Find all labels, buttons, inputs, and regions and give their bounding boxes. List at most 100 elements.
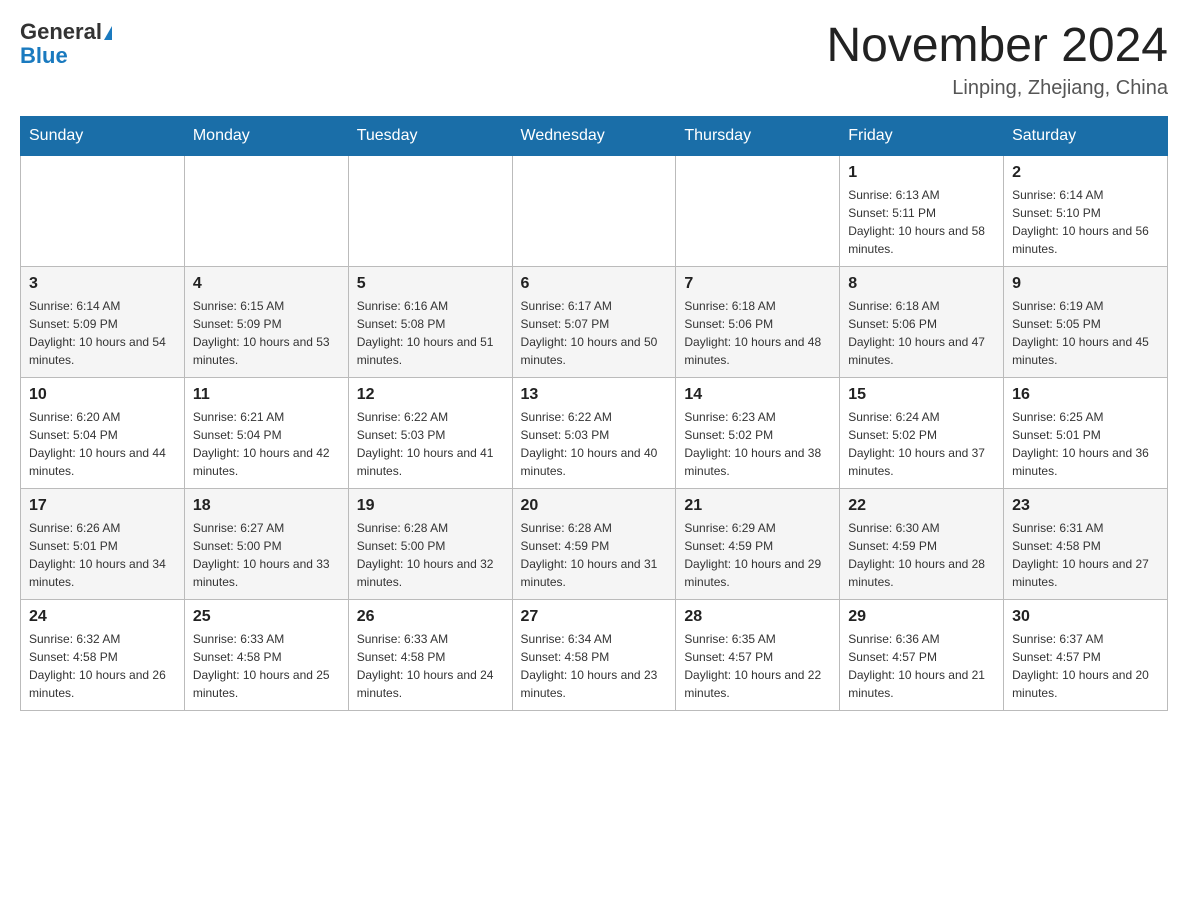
day-info: Sunrise: 6:18 AMSunset: 5:06 PMDaylight:… (848, 297, 995, 369)
day-info: Sunrise: 6:33 AMSunset: 4:58 PMDaylight:… (193, 630, 340, 702)
calendar-cell: 5Sunrise: 6:16 AMSunset: 5:08 PMDaylight… (348, 266, 512, 377)
day-number: 28 (684, 608, 831, 626)
calendar-cell (184, 155, 348, 266)
day-number: 11 (193, 386, 340, 404)
day-info: Sunrise: 6:23 AMSunset: 5:02 PMDaylight:… (684, 408, 831, 480)
day-info: Sunrise: 6:30 AMSunset: 4:59 PMDaylight:… (848, 519, 995, 591)
calendar-cell: 8 Sunrise: 6:18 AMSunset: 5:06 PMDaylight… (840, 266, 1004, 377)
calendar-cell: 27Sunrise: 6:34 AMSunset: 4:58 PMDayligh… (512, 599, 676, 710)
calendar-cell (21, 155, 185, 266)
day-number: 6 (521, 275, 668, 293)
weekday-header-thursday: Thursday (676, 116, 840, 155)
day-number: 24 (29, 608, 176, 626)
calendar-cell: 3Sunrise: 6:14 AMSunset: 5:09 PMDaylight… (21, 266, 185, 377)
day-info: Sunrise: 6:34 AMSunset: 4:58 PMDaylight:… (521, 630, 668, 702)
day-info: Sunrise: 6:28 AMSunset: 5:00 PMDaylight:… (357, 519, 504, 591)
month-title: November 2024 (826, 20, 1168, 73)
calendar-week-row: 1Sunrise: 6:13 AMSunset: 5:11 PMDaylight… (21, 155, 1168, 266)
calendar-cell: 23 Sunrise: 6:31 AMSunset: 4:58 PMDayligh… (1004, 488, 1168, 599)
calendar-cell: 30Sunrise: 6:37 AMSunset: 4:57 PMDayligh… (1004, 599, 1168, 710)
day-number: 8 (848, 275, 995, 293)
day-info: Sunrise: 6:31 AMSunset: 4:58 PMDaylight:… (1012, 519, 1159, 591)
calendar-cell: 1Sunrise: 6:13 AMSunset: 5:11 PMDaylight… (840, 155, 1004, 266)
day-number: 26 (357, 608, 504, 626)
calendar-week-row: 3Sunrise: 6:14 AMSunset: 5:09 PMDaylight… (21, 266, 1168, 377)
weekday-header-tuesday: Tuesday (348, 116, 512, 155)
day-info: Sunrise: 6:32 AMSunset: 4:58 PMDaylight:… (29, 630, 176, 702)
calendar-cell: 14 Sunrise: 6:23 AMSunset: 5:02 PMDayligh… (676, 377, 840, 488)
calendar-cell: 12 Sunrise: 6:22 AMSunset: 5:03 PMDayligh… (348, 377, 512, 488)
day-info: Sunrise: 6:35 AMSunset: 4:57 PMDaylight:… (684, 630, 831, 702)
day-info: Sunrise: 6:24 AMSunset: 5:02 PMDaylight:… (848, 408, 995, 480)
calendar-cell: 16 Sunrise: 6:25 AMSunset: 5:01 PMDayligh… (1004, 377, 1168, 488)
weekday-header-sunday: Sunday (21, 116, 185, 155)
location-text: Linping, Zhejiang, China (826, 77, 1168, 100)
day-number: 17 (29, 497, 176, 515)
day-info: Sunrise: 6:26 AMSunset: 5:01 PMDaylight:… (29, 519, 176, 591)
day-number: 13 (521, 386, 668, 404)
calendar-cell: 21 Sunrise: 6:29 AMSunset: 4:59 PMDayligh… (676, 488, 840, 599)
calendar-cell: 29 Sunrise: 6:36 AMSunset: 4:57 PMDayligh… (840, 599, 1004, 710)
calendar-cell (676, 155, 840, 266)
calendar-cell: 13 Sunrise: 6:22 AMSunset: 5:03 PMDayligh… (512, 377, 676, 488)
day-info: Sunrise: 6:22 AMSunset: 5:03 PMDaylight:… (521, 408, 668, 480)
day-info: Sunrise: 6:18 AMSunset: 5:06 PMDaylight:… (684, 297, 831, 369)
weekday-header-row: SundayMondayTuesdayWednesdayThursdayFrid… (21, 116, 1168, 155)
day-info: Sunrise: 6:17 AMSunset: 5:07 PMDaylight:… (521, 297, 668, 369)
day-info: Sunrise: 6:25 AMSunset: 5:01 PMDaylight:… (1012, 408, 1159, 480)
calendar-cell: 11Sunrise: 6:21 AMSunset: 5:04 PMDayligh… (184, 377, 348, 488)
day-number: 4 (193, 275, 340, 293)
day-number: 23 (1012, 497, 1159, 515)
calendar-week-row: 10Sunrise: 6:20 AMSunset: 5:04 PMDayligh… (21, 377, 1168, 488)
day-number: 7 (684, 275, 831, 293)
day-number: 18 (193, 497, 340, 515)
day-info: Sunrise: 6:22 AMSunset: 5:03 PMDaylight:… (357, 408, 504, 480)
weekday-header-saturday: Saturday (1004, 116, 1168, 155)
calendar-cell: 17 Sunrise: 6:26 AMSunset: 5:01 PMDayligh… (21, 488, 185, 599)
calendar-cell: 10Sunrise: 6:20 AMSunset: 5:04 PMDayligh… (21, 377, 185, 488)
day-info: Sunrise: 6:28 AMSunset: 4:59 PMDaylight:… (521, 519, 668, 591)
calendar-cell: 6 Sunrise: 6:17 AMSunset: 5:07 PMDaylight… (512, 266, 676, 377)
calendar-cell: 28 Sunrise: 6:35 AMSunset: 4:57 PMDayligh… (676, 599, 840, 710)
day-number: 21 (684, 497, 831, 515)
day-number: 16 (1012, 386, 1159, 404)
calendar-cell: 25 Sunrise: 6:33 AMSunset: 4:58 PMDayligh… (184, 599, 348, 710)
calendar-table: SundayMondayTuesdayWednesdayThursdayFrid… (20, 116, 1168, 711)
calendar-cell: 9 Sunrise: 6:19 AMSunset: 5:05 PMDaylight… (1004, 266, 1168, 377)
calendar-cell: 22 Sunrise: 6:30 AMSunset: 4:59 PMDayligh… (840, 488, 1004, 599)
day-number: 3 (29, 275, 176, 293)
logo-triangle-icon (104, 26, 112, 40)
day-info: Sunrise: 6:19 AMSunset: 5:05 PMDaylight:… (1012, 297, 1159, 369)
calendar-cell: 26Sunrise: 6:33 AMSunset: 4:58 PMDayligh… (348, 599, 512, 710)
logo: General Blue (20, 20, 112, 68)
calendar-cell (348, 155, 512, 266)
day-info: Sunrise: 6:14 AMSunset: 5:10 PMDaylight:… (1012, 186, 1159, 258)
day-number: 5 (357, 275, 504, 293)
logo-general-text: General (20, 19, 102, 44)
day-info: Sunrise: 6:29 AMSunset: 4:59 PMDaylight:… (684, 519, 831, 591)
weekday-header-wednesday: Wednesday (512, 116, 676, 155)
page-header: General Blue November 2024 Linping, Zhej… (20, 20, 1168, 100)
day-number: 20 (521, 497, 668, 515)
calendar-cell: 4Sunrise: 6:15 AMSunset: 5:09 PMDaylight… (184, 266, 348, 377)
day-number: 12 (357, 386, 504, 404)
calendar-week-row: 24 Sunrise: 6:32 AMSunset: 4:58 PMDayligh… (21, 599, 1168, 710)
title-block: November 2024 Linping, Zhejiang, China (826, 20, 1168, 100)
calendar-cell: 2Sunrise: 6:14 AMSunset: 5:10 PMDaylight… (1004, 155, 1168, 266)
calendar-cell: 18Sunrise: 6:27 AMSunset: 5:00 PMDayligh… (184, 488, 348, 599)
day-number: 9 (1012, 275, 1159, 293)
day-number: 19 (357, 497, 504, 515)
day-info: Sunrise: 6:13 AMSunset: 5:11 PMDaylight:… (848, 186, 995, 258)
weekday-header-friday: Friday (840, 116, 1004, 155)
day-number: 30 (1012, 608, 1159, 626)
calendar-cell: 15 Sunrise: 6:24 AMSunset: 5:02 PMDayligh… (840, 377, 1004, 488)
day-number: 15 (848, 386, 995, 404)
calendar-cell: 19 Sunrise: 6:28 AMSunset: 5:00 PMDayligh… (348, 488, 512, 599)
day-info: Sunrise: 6:20 AMSunset: 5:04 PMDaylight:… (29, 408, 176, 480)
calendar-cell: 20 Sunrise: 6:28 AMSunset: 4:59 PMDayligh… (512, 488, 676, 599)
day-number: 29 (848, 608, 995, 626)
day-number: 25 (193, 608, 340, 626)
day-info: Sunrise: 6:36 AMSunset: 4:57 PMDaylight:… (848, 630, 995, 702)
day-number: 22 (848, 497, 995, 515)
day-number: 14 (684, 386, 831, 404)
